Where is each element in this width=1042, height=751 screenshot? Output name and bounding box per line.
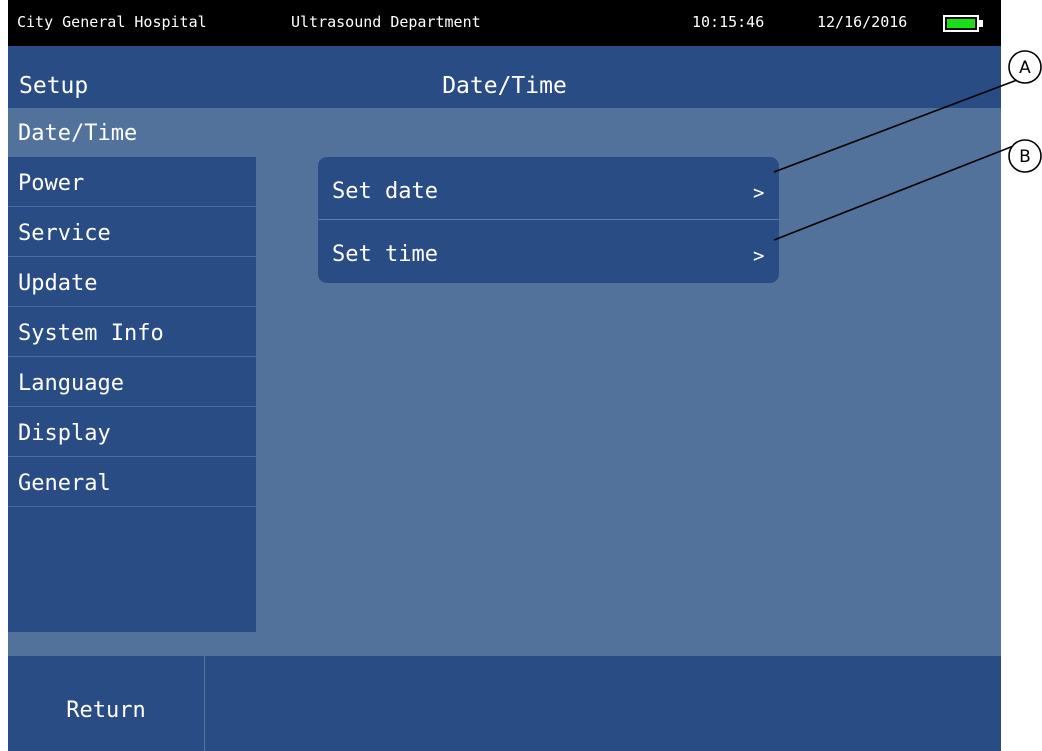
sidebar-item-label: System Info	[18, 321, 164, 346]
sidebar-item-system-info[interactable]: System Info	[8, 308, 256, 357]
department-name: Ultrasound Department	[291, 13, 481, 31]
header-bar: Setup Date/Time	[8, 46, 1001, 108]
set-time-button[interactable]: Set time >	[318, 220, 779, 282]
set-date-button[interactable]: Set date >	[318, 157, 779, 219]
sidebar-item-label: Language	[18, 371, 124, 396]
sidebar-item-general[interactable]: General	[8, 458, 256, 507]
clock-date: 12/16/2016	[817, 13, 908, 31]
sidebar-item-update[interactable]: Update	[8, 258, 256, 307]
sidebar: Date/Time Power Service Update System In…	[8, 108, 256, 632]
battery-icon	[943, 15, 983, 32]
sidebar-item-label: Date/Time	[18, 121, 138, 146]
sidebar-item-language[interactable]: Language	[8, 358, 256, 407]
callout-a-circle	[1008, 50, 1042, 84]
set-date-label: Set date	[332, 179, 438, 204]
callout-b-circle	[1008, 139, 1042, 173]
status-bar: City General Hospital Ultrasound Departm…	[8, 0, 1001, 46]
hospital-name: City General Hospital	[17, 13, 207, 31]
sidebar-item-label: General	[18, 471, 111, 496]
chevron-right-icon: >	[753, 182, 765, 204]
device-screen: City General Hospital Ultrasound Departm…	[8, 0, 1001, 751]
sidebar-item-power[interactable]: Power	[8, 158, 256, 207]
sidebar-item-label: Display	[18, 421, 111, 446]
page-title: Date/Time	[442, 73, 567, 99]
callout-b-label: B	[1019, 147, 1031, 167]
sidebar-item-service[interactable]: Service	[8, 208, 256, 257]
date-time-options-panel: Set date > Set time >	[318, 157, 779, 283]
battery-tip	[979, 20, 983, 27]
clock-time: 10:15:46	[692, 13, 765, 31]
sidebar-item-label: Power	[18, 171, 85, 196]
set-time-label: Set time	[332, 242, 438, 267]
battery-level-fill	[947, 19, 975, 28]
sidebar-item-display[interactable]: Display	[8, 408, 256, 457]
sidebar-item-label: Update	[18, 271, 98, 296]
sidebar-item-label: Service	[18, 221, 111, 246]
sidebar-item-date-time[interactable]: Date/Time	[8, 108, 256, 157]
chevron-right-icon: >	[753, 245, 765, 267]
return-button[interactable]: Return	[8, 656, 205, 751]
callout-a-label: A	[1019, 58, 1031, 78]
bottom-bar: Return	[8, 656, 1001, 751]
